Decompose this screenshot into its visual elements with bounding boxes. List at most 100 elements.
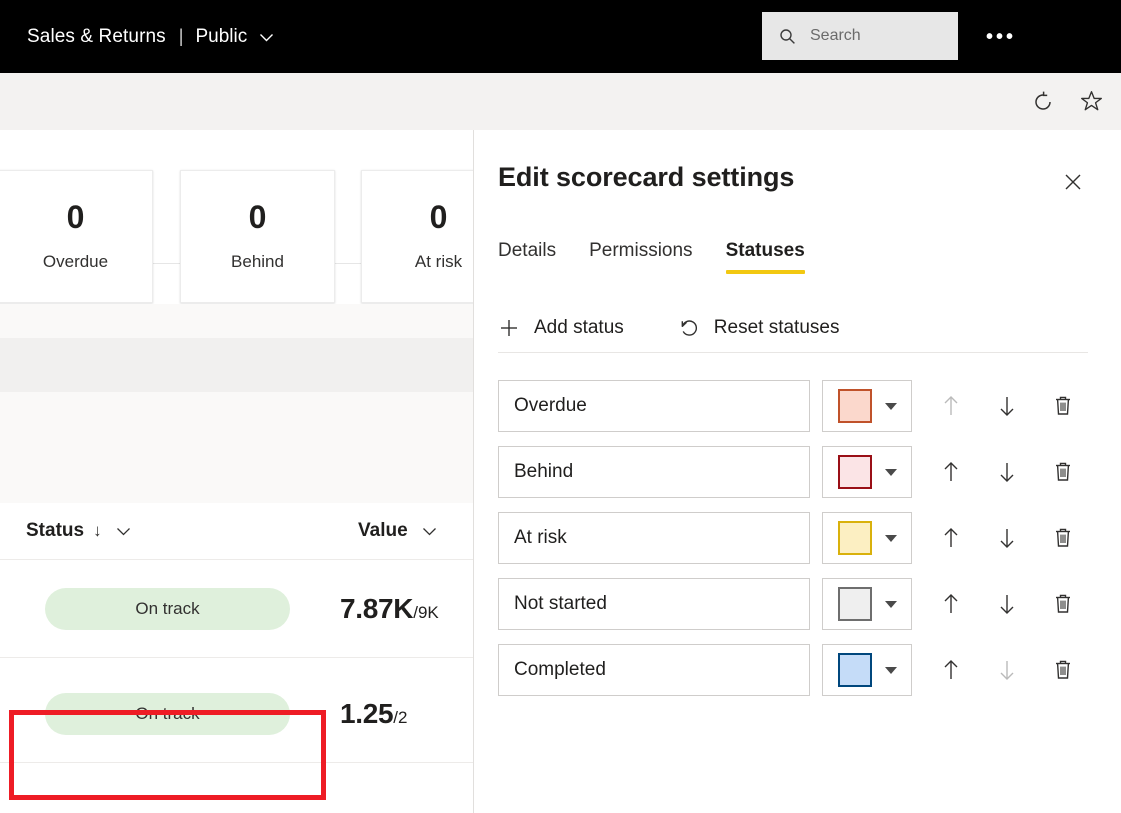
status-color-picker[interactable] <box>822 380 912 432</box>
kpi-label: Behind <box>231 252 284 271</box>
add-status-button[interactable]: Add status <box>498 317 624 339</box>
caret-down-icon <box>884 402 897 410</box>
move-up-button[interactable] <box>930 517 972 559</box>
status-name-input[interactable]: Behind <box>498 446 810 498</box>
sort-descending-icon: ↓ <box>93 521 102 540</box>
kpi-value: 0 <box>248 199 267 235</box>
star-icon[interactable] <box>1074 85 1108 119</box>
chevron-down-icon[interactable] <box>258 29 275 46</box>
chevron-down-icon[interactable] <box>114 522 133 541</box>
panel-tabs: Details Permissions Statuses <box>498 228 838 274</box>
search-placeholder: Search <box>810 27 861 44</box>
delete-status-button[interactable] <box>1042 517 1084 559</box>
reset-statuses-label: Reset statuses <box>713 317 840 338</box>
background-band <box>0 392 473 503</box>
table-header-row: Status ↓ Value <box>0 503 473 560</box>
delete-status-button[interactable] <box>1042 451 1084 493</box>
kpi-value: 0 <box>66 199 85 235</box>
status-color-picker[interactable] <box>822 578 912 630</box>
statuses-command-bar: Add status Reset statuses <box>498 308 893 348</box>
status-color-picker[interactable] <box>822 512 912 564</box>
kpi-label: At risk <box>414 252 463 271</box>
breadcrumb: Sales & Returns | Public <box>27 26 275 48</box>
table-row[interactable]: On track 1.25 /2 <box>0 665 473 763</box>
background-band <box>0 338 473 392</box>
top-header-bar: Sales & Returns | Public Search ••• <box>0 0 1121 73</box>
edit-scorecard-settings-panel: Edit scorecard settings Details Permissi… <box>473 130 1121 813</box>
status-badge[interactable]: On track <box>45 588 290 630</box>
panel-divider <box>498 352 1088 353</box>
reset-statuses-button[interactable]: Reset statuses <box>678 317 840 339</box>
status-name-input[interactable]: Completed <box>498 644 810 696</box>
caret-down-icon <box>884 534 897 542</box>
move-up-button[interactable] <box>930 583 972 625</box>
value-target: /2 <box>393 707 408 727</box>
table-row[interactable]: On track 7.87K /9K <box>0 560 473 658</box>
value-target: /9K <box>413 602 439 622</box>
search-input[interactable]: Search <box>762 12 958 60</box>
tab-permissions[interactable]: Permissions <box>589 240 692 274</box>
kpi-card-behind[interactable]: 0 Behind <box>180 170 335 303</box>
move-down-button[interactable] <box>986 385 1028 427</box>
page-title: Edit scorecard settings <box>498 162 795 192</box>
column-header-value[interactable]: Value <box>358 520 439 542</box>
status-color-picker[interactable] <box>822 446 912 498</box>
kpi-card-overdue[interactable]: 0 Overdue <box>0 170 153 303</box>
caret-down-icon <box>884 666 897 674</box>
breadcrumb-separator: | <box>178 26 184 46</box>
status-row: At risk <box>498 512 1098 564</box>
status-row: Completed <box>498 644 1098 696</box>
delete-status-button[interactable] <box>1042 649 1084 691</box>
status-name-input[interactable]: At risk <box>498 512 810 564</box>
move-down-button[interactable] <box>986 583 1028 625</box>
color-swatch <box>837 455 872 489</box>
caret-down-icon <box>884 468 897 476</box>
move-down-button[interactable] <box>986 451 1028 493</box>
column-header-status[interactable]: Status ↓ <box>26 520 133 542</box>
kpi-card-row: 0 Overdue 0 Behind 0 At risk <box>0 130 473 303</box>
color-swatch <box>837 587 872 621</box>
workspace-title[interactable]: Sales & Returns <box>27 26 166 48</box>
color-swatch <box>837 521 872 555</box>
value-main: 1.25 <box>340 697 394 729</box>
value-cell: 1.25 /2 <box>340 698 407 730</box>
reset-icon <box>678 317 700 339</box>
scope-label[interactable]: Public <box>195 26 247 48</box>
status-list: Overdue Behind At risk Not started Compl… <box>498 380 1098 710</box>
tab-statuses[interactable]: Statuses <box>725 240 805 274</box>
app-root: Sales & Returns | Public Search ••• 0 Ov… <box>0 0 1121 813</box>
delete-status-button[interactable] <box>1042 385 1084 427</box>
color-swatch <box>837 389 872 423</box>
move-up-button <box>930 385 972 427</box>
kpi-card-at-risk[interactable]: 0 At risk <box>361 170 473 303</box>
scorecard-content-pane: 0 Overdue 0 Behind 0 At risk Status ↓ Va… <box>0 130 473 813</box>
value-cell: 7.87K /9K <box>340 593 439 625</box>
command-toolbar <box>0 73 1121 130</box>
status-color-picker[interactable] <box>822 644 912 696</box>
add-status-label: Add status <box>534 317 624 338</box>
plus-icon <box>498 317 520 339</box>
more-options-button[interactable]: ••• <box>983 22 1019 52</box>
status-row: Overdue <box>498 380 1098 432</box>
status-name-input[interactable]: Overdue <box>498 380 810 432</box>
move-down-button[interactable] <box>986 517 1028 559</box>
move-up-button[interactable] <box>930 649 972 691</box>
status-name-input[interactable]: Not started <box>498 578 810 630</box>
status-row: Not started <box>498 578 1098 630</box>
column-header-label: Value <box>358 520 408 541</box>
refresh-icon[interactable] <box>1026 85 1060 119</box>
search-icon <box>779 28 796 45</box>
move-up-button[interactable] <box>930 451 972 493</box>
status-row: Behind <box>498 446 1098 498</box>
kpi-value: 0 <box>429 199 448 235</box>
tab-details[interactable]: Details <box>498 240 556 274</box>
color-swatch <box>837 653 872 687</box>
value-main: 7.87K <box>340 592 414 624</box>
column-header-label: Status <box>26 520 85 541</box>
background-band <box>0 304 473 338</box>
chevron-down-icon[interactable] <box>420 522 439 541</box>
delete-status-button[interactable] <box>1042 583 1084 625</box>
kpi-label: Overdue <box>42 252 109 271</box>
status-badge[interactable]: On track <box>45 693 290 735</box>
close-icon[interactable] <box>1057 166 1089 198</box>
